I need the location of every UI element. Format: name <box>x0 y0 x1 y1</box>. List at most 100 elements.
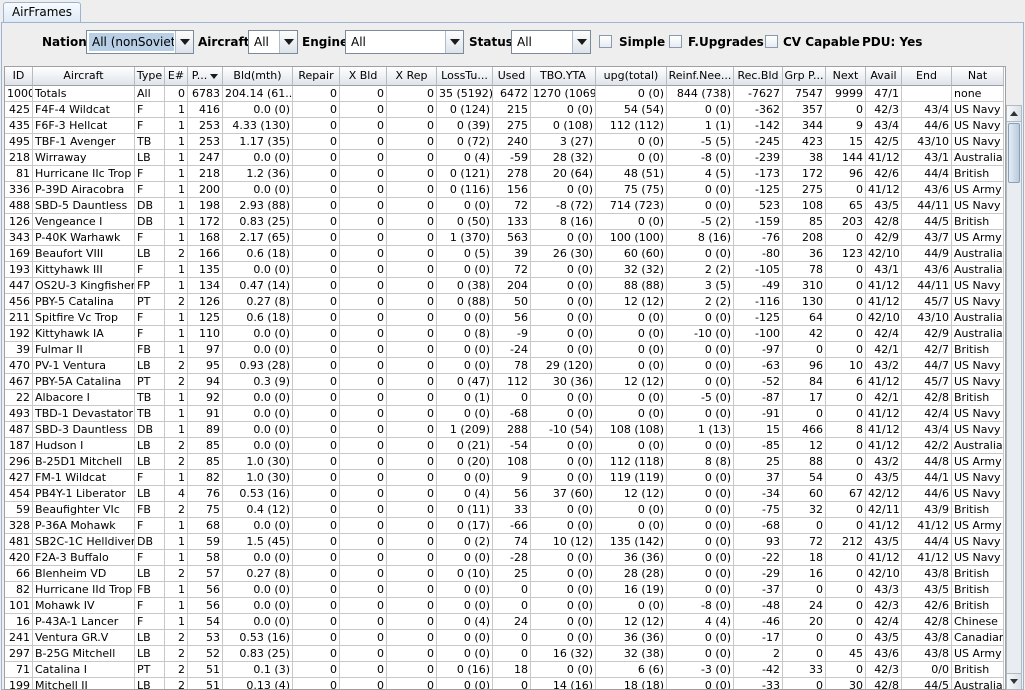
cell-xrep: 0 <box>387 486 437 502</box>
cell-engines: 2 <box>165 438 188 454</box>
column-header-avail[interactable]: Avail <box>866 67 902 86</box>
cell-next: 30 <box>826 678 866 689</box>
cell-grp: 0 <box>783 518 826 534</box>
status-select[interactable]: All <box>511 30 591 54</box>
cell-end: 43/8 <box>902 566 952 582</box>
cv-capable-label[interactable]: CV Capable <box>783 35 860 49</box>
column-header-grp[interactable]: Grp P... <box>783 67 826 86</box>
table-row[interactable]: 447 OS2U-3 Kingfisher FP 1 134 0.47 (14) 0 0 0 0 … <box>5 278 1005 294</box>
cell-type: F <box>135 550 165 566</box>
table-row[interactable]: 427 FM-1 Wildcat F 1 82 1.0 (30) 0 0 0 0 (0) 9 0 (0… <box>5 470 1005 486</box>
table-row[interactable]: 467 PBY-5A Catalina PT 2 94 0.3 (9) 0 0 0 0 (47) 1… <box>5 374 1005 390</box>
cell-next: 0 <box>826 502 866 518</box>
scroll-thumb[interactable] <box>1008 123 1020 183</box>
simple-label[interactable]: Simple <box>619 35 665 49</box>
aircraft-select[interactable]: All <box>248 30 298 54</box>
table-row[interactable]: 193 Kittyhawk III F 1 135 0.0 (0) 0 0 0 0 (0) 72 0 … <box>5 262 1005 278</box>
column-header-recbld[interactable]: Rec.Bld <box>734 67 783 86</box>
scroll-down-arrow-icon[interactable] <box>1007 673 1021 689</box>
cell-upgrades: 28 (28) <box>596 566 667 582</box>
table-row[interactable]: 169 Beaufort VIII LB 2 166 0.6 (18) 0 0 0 0 (5) 39… <box>5 246 1005 262</box>
table-row[interactable]: 241 Ventura GR.V LB 2 53 0.53 (16) 0 0 0 0 (0) 0 0 … <box>5 630 1005 646</box>
cell-reinf: -3 (0) <box>667 662 734 678</box>
cell-reinf: -8 (0) <box>667 598 734 614</box>
table-row[interactable]: 187 Hudson I LB 2 85 0.0 (0) 0 0 0 0 (21) -54 0 (0)… <box>5 438 1005 454</box>
column-header-xrep[interactable]: X Rep <box>387 67 437 86</box>
column-header-id[interactable]: ID <box>5 67 33 86</box>
cell-next: 0 <box>826 390 866 406</box>
scroll-up-arrow-icon[interactable] <box>1007 106 1021 122</box>
column-header-loss[interactable]: LossTu... <box>437 67 493 86</box>
table-row[interactable]: 16 P-43A-1 Lancer F 1 54 0.0 (0) 0 0 0 0 (4) 24 0 (… <box>5 614 1005 630</box>
table-row[interactable]: 126 Vengeance I DB 1 172 0.83 (25) 0 0 0 0 (50) 13… <box>5 214 1005 230</box>
cell-upgrades: 135 (142) <box>596 534 667 550</box>
table-row[interactable]: 336 P-39D Airacobra F 1 200 0.0 (0) 0 0 0 0 (116)… <box>5 182 1005 198</box>
upgrades-label[interactable]: F.Upgrades <box>688 35 764 49</box>
column-header-used[interactable]: Used <box>493 67 531 86</box>
cell-id: 493 <box>5 406 33 422</box>
table-row[interactable]: 425 F4F-4 Wildcat F 1 416 0.0 (0) 0 0 0 0 (124) 21… <box>5 102 1005 118</box>
table-row[interactable]: 435 F6F-3 Hellcat F 1 253 4.33 (130) 0 0 0 0 (39)… <box>5 118 1005 134</box>
upgrades-checkbox[interactable] <box>669 35 682 48</box>
table-row[interactable]: 328 P-36A Mohawk F 1 68 0.0 (0) 0 0 0 0 (17) -66 0 … <box>5 518 1005 534</box>
cell-build: 0.0 (0) <box>223 406 293 422</box>
column-header-engines[interactable]: E# <box>165 67 188 86</box>
table-row[interactable]: 296 B-25D1 Mitchell LB 2 85 1.0 (30) 0 0 0 0 (20)… <box>5 454 1005 470</box>
cell-pool: 82 <box>188 470 223 486</box>
cell-pool: 198 <box>188 198 223 214</box>
table-row[interactable]: 420 F2A-3 Buffalo F 1 58 0.0 (0) 0 0 0 0 (0) -28 0 … <box>5 550 1005 566</box>
table-row[interactable]: 481 SB2C-1C Helldiver DB 1 59 1.5 (45) 0 0 0 0 (2… <box>5 534 1005 550</box>
column-header-next[interactable]: Next <box>826 67 866 86</box>
column-header-build[interactable]: Bld(mth) <box>223 67 293 86</box>
table-row[interactable]: 218 Wirraway LB 1 247 0.0 (0) 0 0 0 0 (4) -59 28 (3… <box>5 150 1005 166</box>
column-header-type[interactable]: Type <box>135 67 165 86</box>
cell-repair: 0 <box>293 294 340 310</box>
cell-grp: 357 <box>783 102 826 118</box>
cell-next: 0 <box>826 630 866 646</box>
table-row[interactable]: 456 PBY-5 Catalina PT 2 126 0.27 (8) 0 0 0 0 (88)… <box>5 294 1005 310</box>
cell-end: 43/6 <box>902 182 952 198</box>
vertical-scrollbar[interactable] <box>1006 105 1022 690</box>
table-row[interactable]: 343 P-40K Warhawk F 1 168 2.17 (65) 0 0 0 1 (370)… <box>5 230 1005 246</box>
table-row[interactable]: 22 Albacore I TB 1 92 0.0 (0) 0 0 0 0 (1) 0 0 (0) 0 … <box>5 390 1005 406</box>
cell-next: 8 <box>826 422 866 438</box>
column-header-upgrades[interactable]: upg(total) <box>596 67 667 86</box>
column-header-tbo[interactable]: TBO.YTA <box>531 67 596 86</box>
simple-checkbox[interactable] <box>599 35 612 48</box>
column-header-reinf[interactable]: Reinf.Nee... <box>667 67 734 86</box>
column-header-aircraft[interactable]: Aircraft <box>33 67 135 86</box>
cell-next: 0 <box>826 550 866 566</box>
totals-row[interactable]: 1000 Totals All 0 6783 204.14 (61... 0 0 0 35 (51… <box>5 86 1005 102</box>
table-row[interactable]: 487 SBD-3 Dauntless DB 1 89 0.0 (0) 0 0 0 1 (209)… <box>5 422 1005 438</box>
column-header-nat[interactable]: Nat <box>952 67 1004 86</box>
column-header-repair[interactable]: Repair <box>293 67 340 86</box>
table-row[interactable]: 82 Hurricane IId Trop FB 1 56 0.0 (0) 0 0 0 0 (0)… <box>5 582 1005 598</box>
table-row[interactable]: 101 Mohawk IV F 1 56 0.0 (0) 0 0 0 0 (0) 0 0 (0) 0 (… <box>5 598 1005 614</box>
engine-select[interactable]: All <box>345 30 464 54</box>
table-row[interactable]: 495 TBF-1 Avenger TB 1 253 1.17 (35) 0 0 0 0 (72)… <box>5 134 1005 150</box>
column-header-end[interactable]: End <box>902 67 952 86</box>
tab-airframes[interactable]: AirFrames <box>3 2 81 23</box>
column-header-pool[interactable]: P... <box>188 67 223 86</box>
cell-grp: 24 <box>783 598 826 614</box>
table-row[interactable]: 66 Blenheim VD LB 2 57 0.27 (8) 0 0 0 0 (10) 25 0 (… <box>5 566 1005 582</box>
column-header-xbld[interactable]: X Bld <box>340 67 387 86</box>
cell-xbld: 0 <box>340 118 387 134</box>
table-row[interactable]: 493 TBD-1 Devastator TB 1 91 0.0 (0) 0 0 0 0 (0) -… <box>5 406 1005 422</box>
table-row[interactable]: 488 SBD-5 Dauntless DB 1 198 2.93 (88) 0 0 0 0 (0… <box>5 198 1005 214</box>
nation-select[interactable]: All (nonSoviet) <box>86 30 194 54</box>
table-row[interactable]: 297 B-25G Mitchell LB 2 52 0.83 (25) 0 0 0 0 (0) 0… <box>5 646 1005 662</box>
table-row[interactable]: 39 Fulmar II FB 1 97 0.0 (0) 0 0 0 0 (0) -24 0 (0) 0… <box>5 342 1005 358</box>
table-row[interactable]: 211 Spitfire Vc Trop F 1 125 0.6 (18) 0 0 0 0 (0)… <box>5 310 1005 326</box>
table-row[interactable]: 454 PB4Y-1 Liberator LB 4 76 0.53 (16) 0 0 0 0 (4… <box>5 486 1005 502</box>
table-row[interactable]: 81 Hurricane IIc Trop F 1 218 1.2 (36) 0 0 0 0 (1… <box>5 166 1005 182</box>
table-row[interactable]: 199 Mitchell II LB 2 51 0.13 (4) 0 0 0 0 (0) 0 14 (… <box>5 678 1005 689</box>
table-row[interactable]: 470 PV-1 Ventura LB 2 95 0.93 (28) 0 0 0 0 (0) 78 2… <box>5 358 1005 374</box>
table-row[interactable]: 192 Kittyhawk IA F 1 110 0.0 (0) 0 0 0 0 (8) -9 0 (… <box>5 326 1005 342</box>
cell-aircraft: Kittyhawk III <box>33 262 135 278</box>
cv-capable-checkbox[interactable] <box>765 35 778 48</box>
cell-used: -68 <box>493 406 531 422</box>
cell-engines: 2 <box>165 630 188 646</box>
table-row[interactable]: 59 Beaufighter VIc FB 2 75 0.4 (12) 0 0 0 0 (11) 3… <box>5 502 1005 518</box>
table-row[interactable]: 71 Catalina I PT 2 51 0.1 (3) 0 0 0 0 (16) 18 0 (0)… <box>5 662 1005 678</box>
